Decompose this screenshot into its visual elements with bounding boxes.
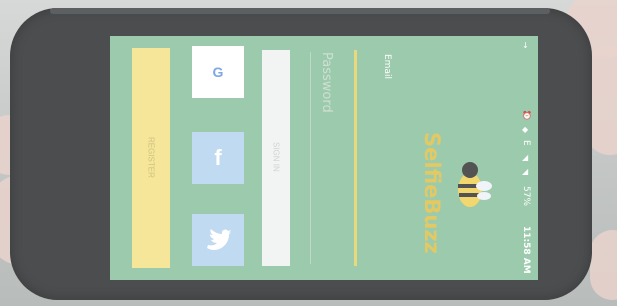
finger-right-bottom bbox=[590, 230, 617, 300]
wifi-icon: ◆ bbox=[522, 125, 529, 134]
status-bar: ↓ ⏰ ◆ E ◢ ◢ 57% 11:58 AM bbox=[516, 36, 538, 280]
clock-time: 11:58 AM bbox=[521, 226, 531, 274]
facebook-login-button[interactable]: f bbox=[192, 132, 244, 184]
google-login-button[interactable]: G bbox=[192, 46, 244, 98]
google-icon: G bbox=[212, 64, 224, 80]
facebook-icon: f bbox=[214, 145, 222, 170]
battery-percent: 57% bbox=[521, 186, 531, 207]
logo: SelfieBuzz bbox=[420, 132, 500, 254]
signal-icon: ◢ bbox=[522, 153, 529, 162]
sign-in-label: SIGN IN bbox=[271, 142, 281, 172]
twitter-bird-icon bbox=[207, 228, 231, 250]
network-type: E bbox=[521, 140, 531, 146]
email-field[interactable] bbox=[354, 50, 357, 266]
alarm-icon: ⏰ bbox=[522, 111, 532, 120]
bee-logo-icon bbox=[458, 162, 492, 207]
download-icon: ↓ bbox=[522, 41, 529, 50]
register-label: REGISTER bbox=[146, 136, 156, 178]
sign-in-button[interactable]: SIGN IN bbox=[262, 50, 290, 266]
phone-edge bbox=[50, 8, 550, 14]
register-button[interactable]: REGISTER bbox=[132, 48, 170, 268]
app-screen: ↓ ⏰ ◆ E ◢ ◢ 57% 11:58 AM SelfieBuzz Emai… bbox=[110, 36, 538, 280]
email-label: Email bbox=[382, 54, 392, 79]
logo-text: SelfieBuzz bbox=[420, 132, 444, 254]
password-field[interactable]: Password bbox=[310, 52, 341, 264]
password-placeholder: Password bbox=[319, 52, 334, 113]
signal-icon: ◢ bbox=[522, 167, 529, 176]
twitter-login-button[interactable] bbox=[192, 214, 244, 266]
